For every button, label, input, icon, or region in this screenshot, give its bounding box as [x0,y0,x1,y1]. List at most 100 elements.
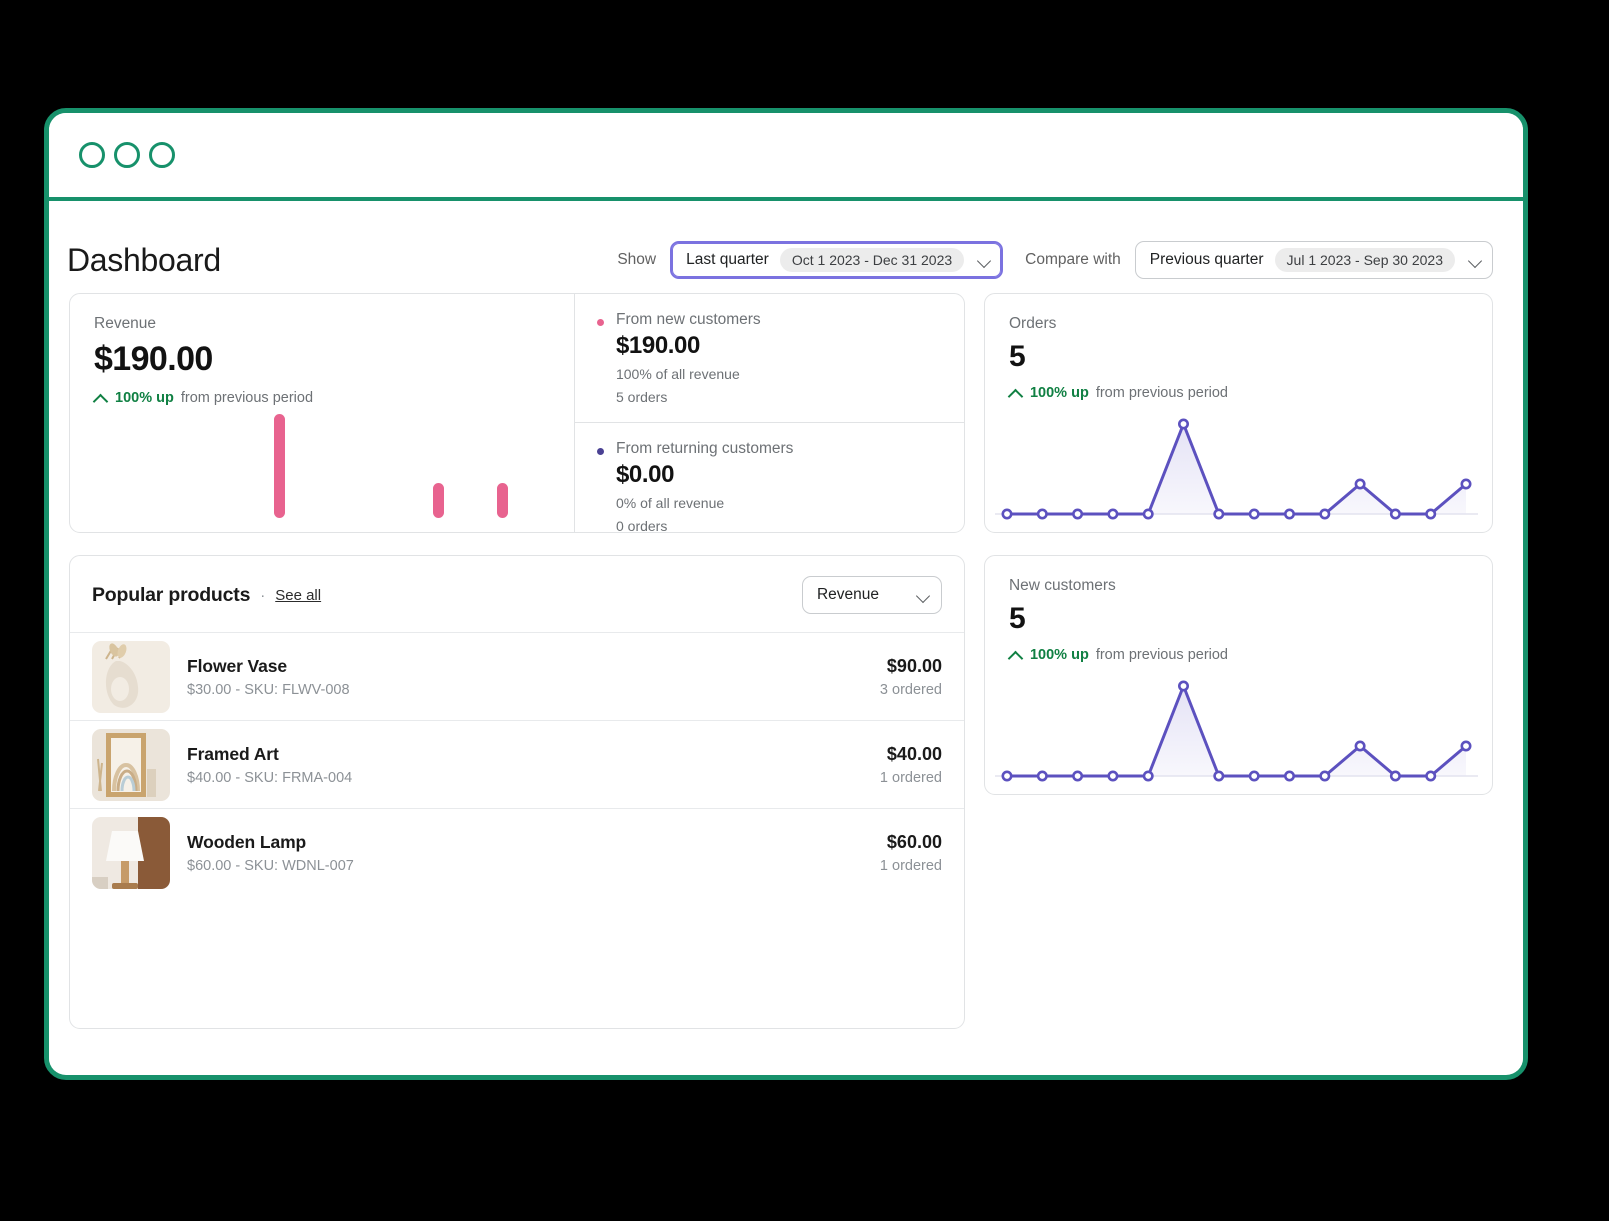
products-sort-select[interactable]: Revenue [801,576,942,614]
revenue-value: $190.00 [94,340,213,378]
caret-up-icon [1009,388,1023,398]
breakdown-sub-orders: 0 orders [615,517,668,533]
new-customers-line-chart-svg [994,680,1478,782]
product-amount: $90.00 [886,655,942,676]
chart-point [1319,770,1331,782]
date-range-badge: Oct 1 2023 - Dec 31 2023 [779,248,965,272]
orders-trend: 100% up from previous period [1009,385,1468,401]
breakdown-sub-orders: 5 orders [615,389,668,406]
flower-vase-photo [92,640,170,713]
product-meta: $60.00 - SKU: WDNL-007 [187,857,354,874]
popular-products-header: Popular products · See all Revenue [70,556,964,632]
product-info: Wooden Lamp $60.00 - SKU: WDNL-007 [187,832,863,874]
breakdown-sub-percent: 100% of all revenue [615,366,740,382]
compare-range-value: Previous quarter [1149,251,1264,268]
chart-point [1319,508,1331,520]
revenue-bar [433,483,444,518]
popular-products-title: Popular products [92,583,251,606]
new-customers-trend: 100% up from previous period [1009,647,1468,663]
chart-point [1248,770,1260,782]
chart-point [1036,508,1048,520]
chart-point [1213,508,1225,520]
compare-range-select[interactable]: Previous quarter Jul 1 2023 - Sep 30 202… [1134,241,1493,279]
product-totals: $40.00 1 ordered [880,744,942,786]
chart-point [1001,508,1013,520]
products-sort-value: Revenue [816,586,880,603]
chart-area-fill [1006,424,1466,514]
orders-label: Orders [1008,315,1057,332]
chart-point [1354,478,1366,490]
revenue-bar [273,413,285,518]
chart-point [1354,740,1366,752]
product-count: 1 ordered [879,857,942,874]
dashboard-content: Revenue $190.00 100% up from previous pe… [49,293,1523,1029]
browser-window: Dashboard Show Last quarter Oct 1 2023 -… [44,108,1528,1080]
breakdown-returning-customers: From returning customers $0.00 0% of all… [574,421,964,533]
orders-line-chart [994,408,1478,526]
wooden-lamp-photo [92,816,170,889]
chart-line [1006,422,1467,516]
date-range-value: Last quarter [686,251,769,268]
product-info: Flower Vase $30.00 - SKU: FLWV-008 [187,656,863,698]
window-dot-3[interactable] [149,142,175,168]
legend-dot-returning-customers [596,447,604,455]
new-customers-trend-value: 100% up [1029,647,1089,663]
product-amount: $40.00 [886,743,942,764]
chart-point [1036,770,1048,782]
product-row[interactable]: Wooden Lamp $60.00 - SKU: WDNL-007 $60.0… [70,808,964,896]
compare-label: Compare with [1025,251,1121,268]
product-row[interactable]: Framed Art $40.00 - SKU: FRMA-004 $40.00… [70,720,964,808]
product-totals: $90.00 3 ordered [880,656,942,698]
orders-value: 5 [1008,340,1026,373]
new-customers-trend-text: from previous period [1095,647,1228,663]
chart-point [1001,770,1013,782]
header-controls: Show Last quarter Oct 1 2023 - Dec 31 20… [617,241,1493,279]
product-name: Flower Vase [187,655,288,676]
chart-point [1213,770,1225,782]
title-separator: · [260,586,266,604]
chart-point [1389,770,1401,782]
legend-dot-new-customers [596,319,604,326]
breakdown-new-customers: From new customers $190.00 100% of all r… [575,294,964,422]
chart-point [1460,478,1472,490]
breakdown-sub-percent: 0% of all revenue [615,494,725,511]
chart-point [1072,770,1084,782]
chart-point [1283,508,1295,520]
popular-products-card: Popular products · See all Revenue Flowe… [69,555,965,1029]
product-meta: $40.00 - SKU: FRMA-004 [187,769,353,786]
framed-art-photo [92,728,170,801]
revenue-bar [496,483,508,518]
chart-point [1283,770,1295,782]
product-name: Framed Art [187,743,279,764]
chart-point [1107,508,1119,520]
breakdown-title: From returning customers [615,439,794,457]
revenue-bar-chart [94,402,560,532]
date-range-select[interactable]: Last quarter Oct 1 2023 - Dec 31 2023 [670,241,1004,279]
page-viewport: Dashboard Show Last quarter Oct 1 2023 -… [49,201,1523,1071]
chart-point [1460,740,1472,752]
chart-point [1142,770,1154,782]
product-name: Wooden Lamp [187,831,307,852]
product-count: 3 ordered [879,681,942,698]
product-totals: $60.00 1 ordered [880,832,942,874]
new-customers-card: New customers 5 100% up from previous pe… [983,555,1493,795]
breakdown-value: $190.00 [615,332,700,359]
show-label: Show [617,251,657,268]
left-column: Revenue $190.00 100% up from previous pe… [69,293,965,1029]
orders-line-chart-svg [994,418,1478,520]
revenue-label: Revenue [94,315,157,332]
window-dot-2[interactable] [114,142,140,168]
product-count: 1 ordered [879,769,942,786]
compare-range-badge: Jul 1 2023 - Sep 30 2023 [1274,248,1455,272]
caret-up-icon [1009,650,1023,660]
new-customers-line-chart [994,670,1478,788]
product-amount: $60.00 [886,831,942,852]
chevron-down-icon [916,588,931,603]
chart-point [1142,508,1154,520]
revenue-card: Revenue $190.00 100% up from previous pe… [69,293,965,533]
window-dot-1[interactable] [79,142,105,168]
see-all-link[interactable]: See all [275,587,321,604]
chart-area-fill [1006,686,1466,776]
page-title: Dashboard [67,241,221,278]
product-row[interactable]: Flower Vase $30.00 - SKU: FLWV-008 $90.0… [70,632,964,720]
